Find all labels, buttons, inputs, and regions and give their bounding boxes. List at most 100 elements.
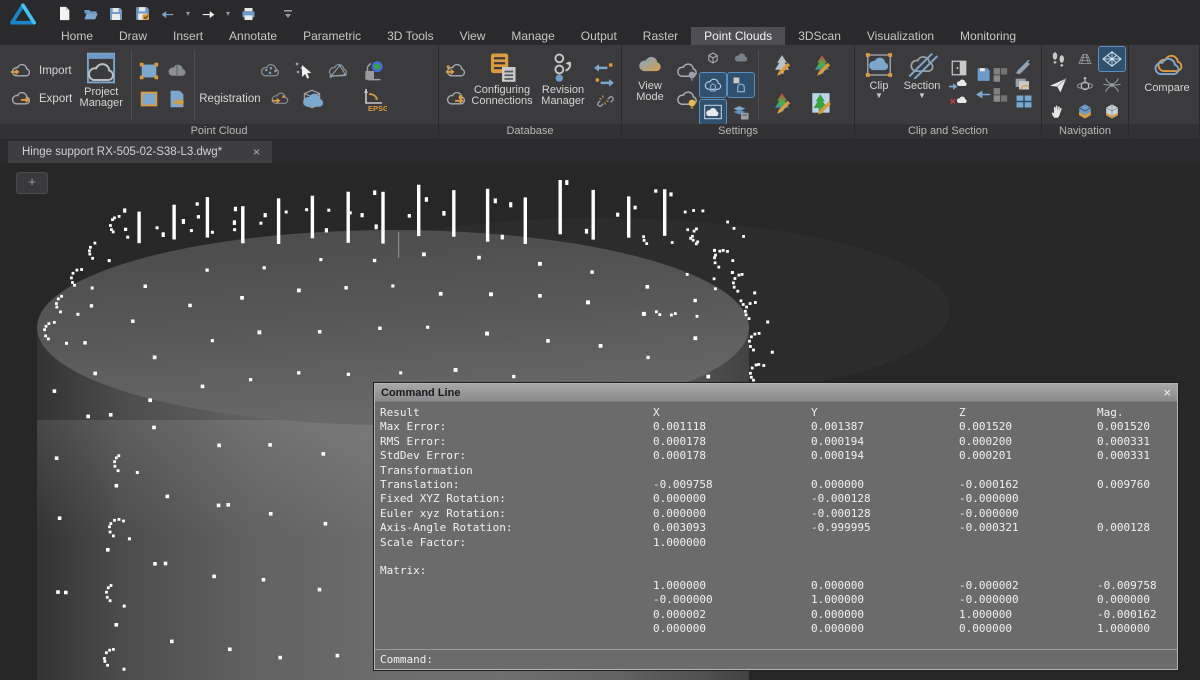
cloud-lighting-on-icon[interactable] — [674, 87, 700, 111]
command-line-output[interactable]: ResultXYZMag.Max Error:0.0011180.0013870… — [375, 402, 1177, 649]
attach-cloud-icon[interactable] — [443, 59, 469, 83]
detach-page-icon[interactable] — [164, 87, 190, 111]
project-manager-icon — [85, 51, 117, 85]
command-line-row: ResultXYZMag. — [380, 406, 1177, 420]
project-manager-button[interactable]: Project Manager — [75, 49, 127, 121]
command-line-close-icon[interactable]: × — [1163, 386, 1171, 399]
redo-icon[interactable] — [198, 4, 218, 24]
scan-view-icon[interactable] — [700, 73, 726, 97]
swivel-icon[interactable] — [1099, 73, 1125, 97]
crop-box-icon[interactable] — [136, 59, 162, 83]
scan-positions-icon[interactable] — [728, 73, 754, 97]
restore-clip-state-icon[interactable] — [976, 86, 1008, 103]
sketch-section-icon[interactable] — [1014, 60, 1034, 75]
viewport-grid-icon[interactable] — [1015, 94, 1033, 109]
command-line-row: 0.0000000.0000000.0000001.000000 — [380, 622, 1177, 636]
command-line-window[interactable]: Command Line × ResultXYZMag.Max Error:0.… — [374, 383, 1178, 670]
colorize-elevation-icon[interactable] — [809, 54, 835, 78]
document-tab[interactable]: Hinge support RX-505-02-S38-L3.dwg* × — [8, 141, 272, 163]
checkin-icon[interactable] — [594, 61, 614, 74]
ribbon-tab-parametric[interactable]: Parametric — [290, 27, 374, 45]
grid-view-icon[interactable] — [1099, 47, 1125, 71]
undo-icon[interactable] — [158, 4, 178, 24]
undo-dropdown-icon[interactable]: ▾ — [184, 9, 192, 18]
compare-button[interactable]: Compare — [1139, 49, 1195, 121]
ribbon-tab-3dscan[interactable]: 3DScan — [785, 27, 854, 45]
revision-manager-button[interactable]: Revision Manager — [535, 49, 591, 121]
drawing-viewport[interactable]: + Command Line × ResultXYZMag.Max Error:… — [0, 163, 1200, 680]
ribbon-tab-monitoring[interactable]: Monitoring — [947, 27, 1029, 45]
paper-plane-icon[interactable] — [1045, 73, 1071, 97]
revision-manager-label: Revision Manager — [541, 85, 584, 108]
ribbon-tab-view[interactable]: View — [447, 27, 499, 45]
cloud-lighting-off-icon[interactable] — [674, 59, 700, 83]
orbit-icon[interactable] — [1072, 73, 1098, 97]
crop-folder-icon[interactable] — [136, 87, 162, 111]
section-plane-images-icon[interactable] — [1014, 77, 1034, 92]
command-line-title-bar[interactable]: Command Line × — [375, 384, 1177, 402]
section-dropdown-icon[interactable]: ▼ — [918, 92, 926, 100]
door-inspect-icon[interactable] — [949, 59, 969, 77]
panel-caption-navigation: Navigation — [1042, 124, 1128, 139]
pick-points-cursor-icon[interactable] — [291, 59, 317, 83]
inspect-box-icon[interactable] — [1099, 99, 1125, 123]
ribbon-tab-visualization[interactable]: Visualization — [854, 27, 947, 45]
registration-label[interactable]: Registration — [199, 93, 260, 105]
colorize-intensity-icon[interactable] — [769, 92, 795, 116]
cloud-solid-icon[interactable] — [728, 46, 754, 70]
new-view-tab-button[interactable]: + — [16, 172, 48, 194]
pan-hand-icon[interactable] — [1045, 99, 1071, 123]
configuring-connections-label: Configuring Connections — [471, 85, 532, 108]
walk-footprints-icon[interactable] — [1045, 47, 1071, 71]
ribbon-tab-raster[interactable]: Raster — [630, 27, 691, 45]
registration-cloud-points-icon[interactable] — [257, 59, 283, 83]
document-tab-close-icon[interactable]: × — [249, 145, 264, 159]
clip-remove-icon[interactable] — [949, 96, 969, 111]
registration-polyline-icon[interactable] — [325, 59, 351, 83]
georeference-globe-icon[interactable] — [361, 59, 387, 83]
redo-dropdown-icon[interactable]: ▾ — [224, 9, 232, 18]
app-logo-icon[interactable] — [0, 0, 46, 27]
panel-separator — [758, 50, 759, 120]
print-icon[interactable] — [238, 4, 258, 24]
layers-icon[interactable] — [728, 100, 754, 124]
ribbon-tab-draw[interactable]: Draw — [106, 27, 160, 45]
save-as-icon[interactable] — [132, 4, 152, 24]
clip-dropdown-icon[interactable]: ▼ — [875, 92, 883, 100]
registration-export-icon[interactable] — [267, 87, 293, 111]
save-clip-state-icon[interactable] — [976, 66, 1008, 83]
export-button[interactable]: Export — [4, 87, 75, 111]
command-input[interactable]: Command: — [375, 649, 1177, 669]
panel-separator — [194, 50, 195, 120]
fly-plane-grid-icon[interactable] — [1072, 47, 1098, 71]
save-icon[interactable] — [106, 4, 126, 24]
section-button[interactable]: Section ▼ — [899, 49, 945, 121]
bounding-box-icon[interactable] — [700, 46, 726, 70]
section-box-icon[interactable] — [1072, 99, 1098, 123]
clip-inside-icon[interactable] — [949, 79, 969, 94]
cloud-density-icon[interactable] — [164, 59, 190, 83]
ribbon-tab-home[interactable]: Home — [48, 27, 106, 45]
panorama-icon[interactable] — [700, 100, 726, 124]
import-button[interactable]: Import — [4, 59, 75, 83]
ribbon-tab-manage[interactable]: Manage — [498, 27, 567, 45]
epsg-button[interactable]: EPSG — [361, 87, 387, 111]
new-file-icon[interactable] — [54, 4, 74, 24]
ribbon-tab-insert[interactable]: Insert — [160, 27, 216, 45]
cloud-database-icon[interactable] — [443, 87, 469, 111]
ribbon-tab-3d-tools[interactable]: 3D Tools — [374, 27, 446, 45]
open-file-icon[interactable] — [80, 4, 100, 24]
qat-customize-icon[interactable] — [278, 4, 298, 24]
colorize-truecolor-icon[interactable] — [809, 92, 835, 116]
cube-cloud-icon[interactable] — [299, 87, 325, 111]
configuring-connections-button[interactable]: Configuring Connections — [469, 49, 535, 121]
view-mode-button[interactable]: View Mode — [626, 49, 674, 121]
clip-button[interactable]: Clip ▼ — [859, 49, 899, 121]
checkout-icon[interactable] — [594, 76, 614, 89]
ribbon-tab-annotate[interactable]: Annotate — [216, 27, 290, 45]
colorize-scan-gray-icon[interactable] — [769, 54, 795, 78]
detach-link-icon[interactable] — [594, 91, 614, 109]
ribbon-tab-point-clouds[interactable]: Point Clouds — [691, 27, 785, 45]
title-bar: ▾ ▾ — [0, 0, 1200, 27]
ribbon-tab-output[interactable]: Output — [568, 27, 630, 45]
